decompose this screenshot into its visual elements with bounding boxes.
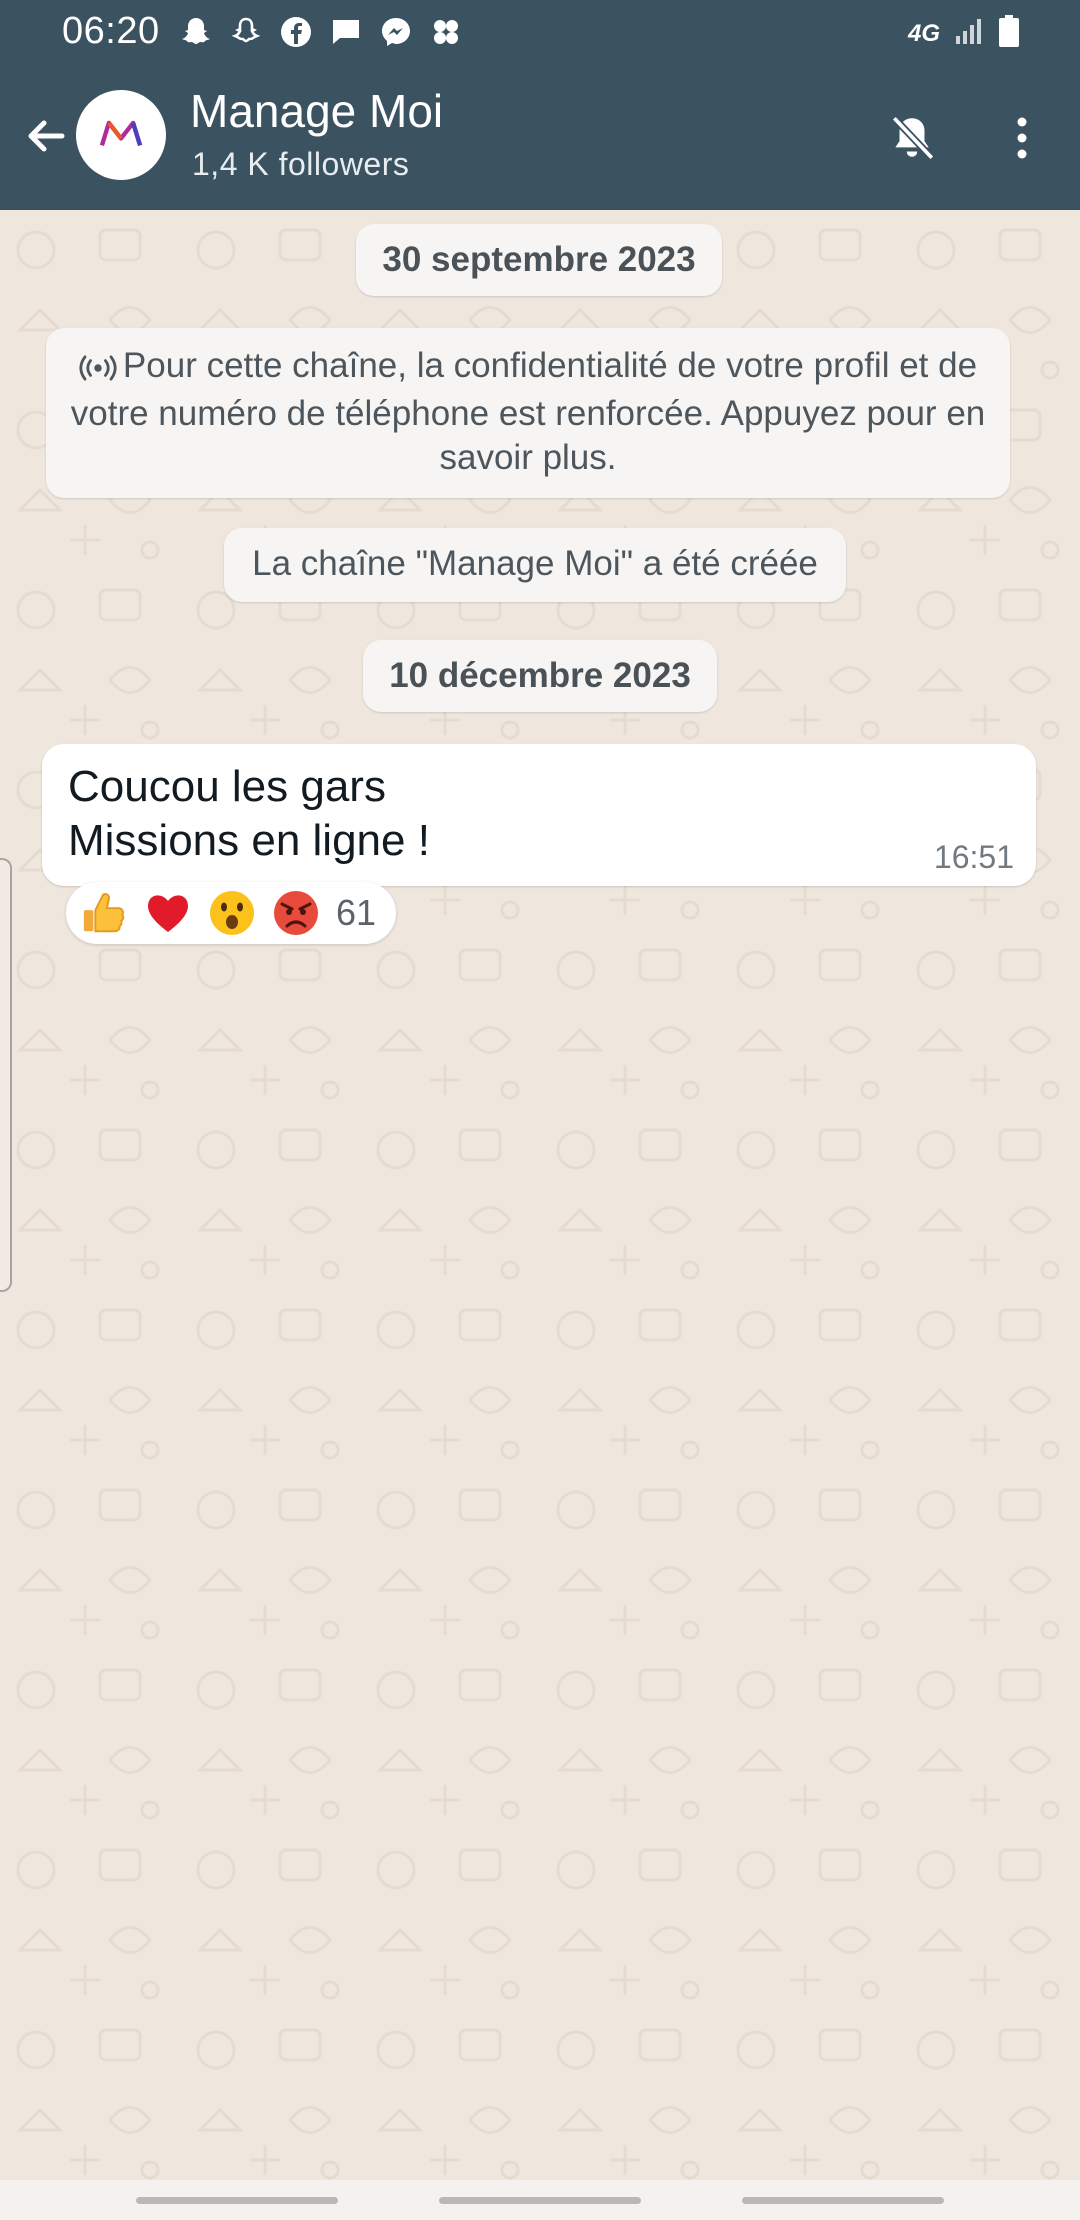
back-button[interactable] xyxy=(16,106,76,166)
message-bubble[interactable]: Coucou les gars Missions en ligne ! 16:5… xyxy=(42,744,1036,886)
channel-created-notice: La chaîne "Manage Moi" a été créée xyxy=(224,528,846,602)
side-panel-handle[interactable] xyxy=(0,858,12,1292)
astonished-face-icon xyxy=(206,887,258,939)
reactions-bar[interactable]: 61 xyxy=(66,882,396,944)
reaction-count: 61 xyxy=(336,892,377,933)
battery-icon xyxy=(998,14,1020,53)
date-separator: 30 septembre 2023 xyxy=(356,224,722,296)
app-icon xyxy=(428,14,464,50)
channel-header: Manage Moi 1,4 K followers xyxy=(0,66,1080,210)
messenger-icon xyxy=(378,14,414,50)
status-bar: 06:20 4G xyxy=(0,0,1080,66)
thumbs-up-icon xyxy=(78,887,130,939)
broadcast-icon xyxy=(79,348,117,392)
nav-recents-button[interactable] xyxy=(136,2197,338,2204)
snapchat-icon xyxy=(178,14,214,50)
angry-face-icon xyxy=(270,887,322,939)
message-icon xyxy=(328,14,364,50)
system-icons: 4G xyxy=(908,14,1020,53)
followers-count[interactable]: 1,4 K followers xyxy=(192,146,409,183)
nav-home-button[interactable] xyxy=(439,2197,641,2204)
nav-back-button[interactable] xyxy=(742,2197,944,2204)
channel-avatar[interactable] xyxy=(76,90,166,180)
date-separator: 10 décembre 2023 xyxy=(363,640,717,712)
message-time: 16:51 xyxy=(933,839,1014,875)
channel-title[interactable]: Manage Moi xyxy=(190,84,443,138)
more-options-button[interactable] xyxy=(990,106,1054,170)
privacy-notice-text: Pour cette chaîne, la confidentialité de… xyxy=(70,346,986,477)
more-vertical-icon xyxy=(1017,117,1027,159)
chat-area[interactable]: 30 septembre 2023 Pour cette chaîne, la … xyxy=(0,210,1080,2180)
facebook-icon xyxy=(278,14,314,50)
bell-off-icon xyxy=(891,115,935,161)
red-heart-icon xyxy=(142,887,194,939)
signal-icon xyxy=(954,16,984,51)
manage-moi-logo xyxy=(99,120,143,147)
status-time: 06:20 xyxy=(62,10,160,52)
privacy-notice[interactable]: Pour cette chaîne, la confidentialité de… xyxy=(46,328,1010,498)
chat-wallpaper xyxy=(0,210,1080,2180)
notification-icons xyxy=(178,14,464,50)
mute-button[interactable] xyxy=(880,106,944,170)
network-4g-icon: 4G xyxy=(907,19,940,47)
system-navigation-bar xyxy=(0,2180,1080,2220)
arrow-left-icon xyxy=(28,120,65,152)
snapchat-icon xyxy=(228,14,264,50)
message-text: Coucou les gars Missions en ligne ! xyxy=(68,762,430,865)
